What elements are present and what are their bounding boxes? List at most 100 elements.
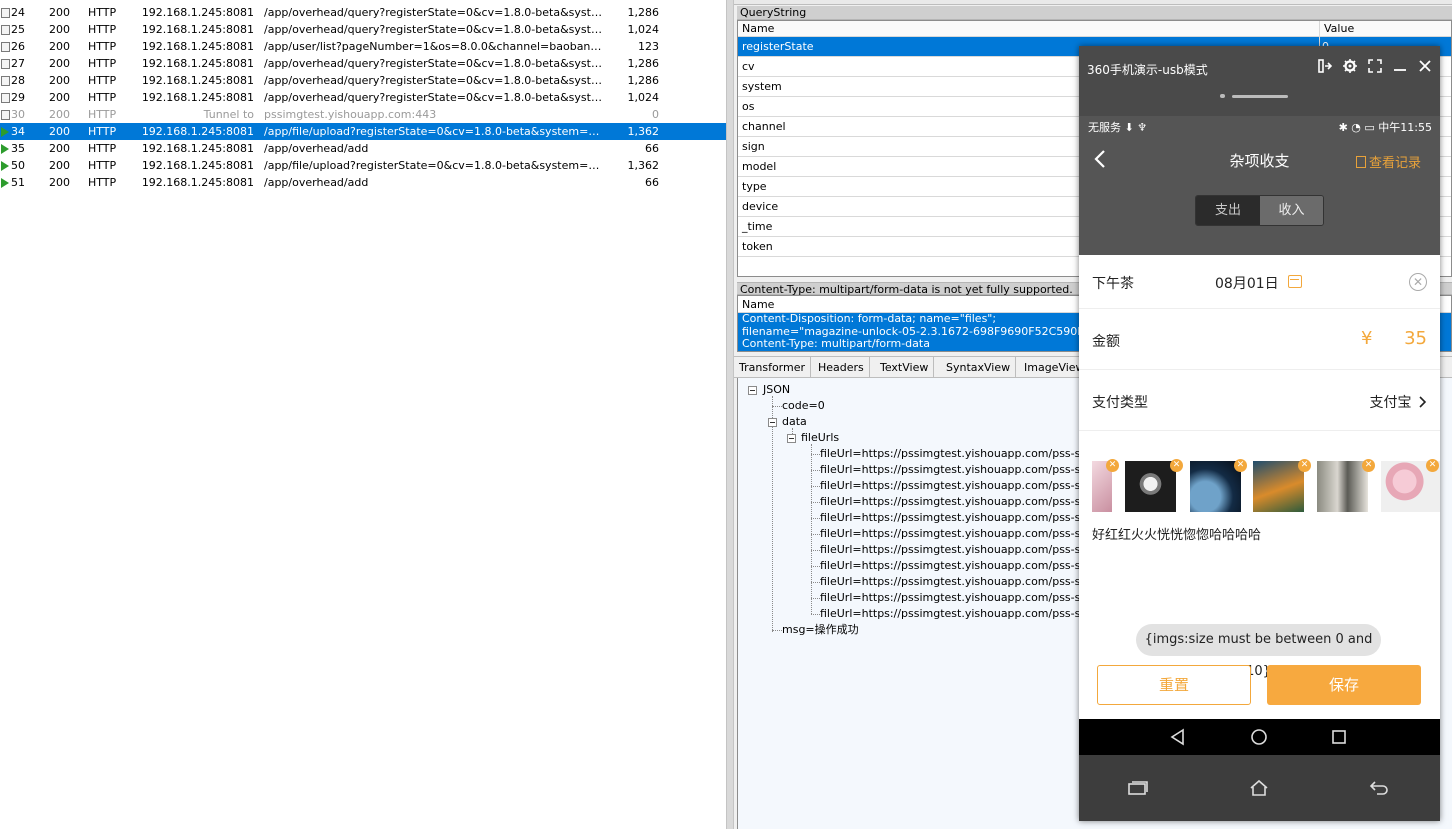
session-id: 25 [11, 23, 25, 36]
tree-node-code[interactable]: code=0 [782, 398, 825, 414]
remove-image-icon[interactable]: ✕ [1426, 459, 1439, 472]
session-row[interactable]: 28 200 HTTP 192.168.1.245:8081/app/overhead… [0, 72, 726, 89]
collapse-json-icon[interactable] [748, 386, 757, 395]
session-row[interactable]: 30 200 HTTP Tunnel to pssimgtest.yishouapp.c… [0, 106, 726, 123]
category-row[interactable]: 下午茶 08月01日 ✕ [1079, 255, 1440, 309]
collapse-data-icon[interactable] [768, 418, 777, 427]
tab-headers[interactable]: Headers [813, 357, 870, 378]
tree-node-fileurl[interactable]: fileUrl=https://pssimgtest.yishouapp.com… [820, 526, 1119, 542]
tree-node-fileurls[interactable]: fileUrls [801, 430, 839, 446]
tree-node-fileurl[interactable]: fileUrl=https://pssimgtest.yishouapp.com… [820, 494, 1119, 510]
session-url: /app/overhead/add [264, 176, 369, 189]
session-row[interactable]: 24 200 HTTP 192.168.1.245:8081/app/overhead… [0, 4, 726, 21]
session-list[interactable]: 24 200 HTTP 192.168.1.245:8081/app/overhead… [0, 0, 726, 829]
sidebar-toggle-icon[interactable] [1317, 58, 1333, 74]
drag-handle[interactable] [1220, 94, 1300, 98]
android-back-icon[interactable] [1169, 728, 1187, 746]
session-row[interactable]: 35 200 HTTP 192.168.1.245:8081/app/overhead… [0, 140, 726, 157]
qs-col-value[interactable]: Value [1320, 21, 1451, 37]
session-row[interactable]: 34 200 HTTP 192.168.1.245:8081/app/file/upl… [0, 123, 726, 140]
clear-icon[interactable]: ✕ [1409, 273, 1427, 291]
collapse-fileurls-icon[interactable] [787, 434, 796, 443]
error-toast: {imgs:size must be between 0 and 10} [1136, 624, 1381, 679]
remove-image-icon[interactable]: ✕ [1362, 459, 1375, 472]
session-row[interactable]: 29 200 HTTP 192.168.1.245:8081/app/overhead… [0, 89, 726, 106]
remove-image-icon[interactable]: ✕ [1298, 459, 1311, 472]
photo-thumbnail[interactable] [1125, 461, 1176, 512]
home-icon[interactable] [1248, 778, 1270, 798]
tree-node-fileurl[interactable]: fileUrl=https://pssimgtest.yishouapp.com… [820, 542, 1119, 558]
tree-node-fileurl[interactable]: fileUrl=https://pssimgtest.yishouapp.com… [820, 574, 1119, 590]
photo-thumbnail[interactable] [1190, 461, 1241, 512]
close-icon[interactable] [1417, 58, 1433, 74]
gear-icon[interactable] [1342, 58, 1358, 74]
date-value[interactable]: 08月01日 [1215, 273, 1279, 293]
tree-node-fileurl[interactable]: fileUrl=https://pssimgtest.yishouapp.com… [820, 590, 1119, 606]
fullscreen-icon[interactable] [1367, 58, 1383, 74]
session-protocol: HTTP [88, 23, 117, 36]
document-icon [0, 72, 10, 89]
tree-node-fileurl[interactable]: fileUrl=https://pssimgtest.yishouapp.com… [820, 606, 1119, 622]
tab-textview[interactable]: TextView [875, 357, 935, 378]
pay-type-value[interactable]: 支付宝 [1370, 392, 1427, 412]
qs-param-name: _time [742, 220, 773, 233]
image-strip[interactable]: ✕ ✕ ✕ ✕ ✕ ✕ [1079, 446, 1440, 520]
remove-image-icon[interactable]: ✕ [1234, 459, 1247, 472]
note-text[interactable]: 好红红火火恍恍惚惚哈哈哈哈 [1092, 524, 1261, 543]
tab-syntaxview[interactable]: SyntaxView [941, 357, 1017, 378]
tab-transformer[interactable]: Transformer [734, 357, 812, 378]
document-icon [0, 21, 10, 38]
tree-node-fileurl[interactable]: fileUrl=https://pssimgtest.yishouapp.com… [820, 462, 1119, 478]
session-row[interactable]: 50 200 HTTP 192.168.1.245:8081/app/file/upl… [0, 157, 726, 174]
segment-expense[interactable]: 支出 [1196, 196, 1260, 225]
multitask-icon[interactable] [1127, 778, 1149, 798]
tree-node-data[interactable]: data [782, 414, 807, 430]
session-url: pssimgtest.yishouapp.com:443 [264, 108, 437, 121]
status-right: ✱ ◔ ▭ 中午11:55 [1338, 121, 1432, 134]
return-icon[interactable] [1368, 778, 1390, 798]
request-tabs[interactable] [734, 0, 1452, 5]
pay-type-row[interactable]: 支付类型 支付宝 [1079, 370, 1440, 431]
tree-node-fileurl[interactable]: fileUrl=https://pssimgtest.yishouapp.com… [820, 478, 1119, 494]
type-segmented-control[interactable]: 支出 收入 [1195, 195, 1324, 226]
minimize-icon[interactable] [1392, 58, 1408, 74]
tree-node-json[interactable]: JSON [763, 382, 790, 398]
photo-thumbnail[interactable] [1253, 461, 1304, 512]
qs-col-name[interactable]: Name [738, 21, 1320, 37]
segment-income[interactable]: 收入 [1260, 196, 1323, 225]
tree-node-fileurl[interactable]: fileUrl=https://pssimgtest.yishouapp.com… [820, 558, 1119, 574]
session-result: 200 [49, 6, 70, 19]
session-id: 50 [11, 159, 25, 172]
session-body-size: 1,024 [627, 23, 660, 36]
photo-thumbnail[interactable] [1317, 461, 1368, 512]
session-row[interactable]: 27 200 HTTP 192.168.1.245:8081/app/overhead… [0, 55, 726, 72]
session-url: /app/overhead/add [264, 142, 369, 155]
tree-node-fileurl[interactable]: fileUrl=https://pssimgtest.yishouapp.com… [820, 446, 1119, 462]
category-label: 下午茶 [1092, 276, 1134, 292]
view-records-link[interactable]: 查看记录 [1355, 152, 1421, 171]
session-host: 192.168.1.245:8081 [141, 6, 254, 19]
calendar-icon[interactable] [1288, 275, 1302, 288]
save-button[interactable]: 保存 [1267, 665, 1421, 705]
splitter[interactable] [726, 0, 734, 829]
session-row[interactable]: 25 200 HTTP 192.168.1.245:8081/app/overhead… [0, 21, 726, 38]
amount-value[interactable]: 35 [1404, 328, 1427, 349]
remove-image-icon[interactable]: ✕ [1170, 459, 1183, 472]
session-row[interactable]: 51 200 HTTP 192.168.1.245:8081/app/overhead… [0, 174, 726, 191]
amount-row[interactable]: 金额 ¥ 35 [1079, 309, 1440, 370]
qs-param-name: model [742, 160, 777, 173]
android-recents-icon[interactable] [1330, 728, 1348, 746]
reset-button[interactable]: 重置 [1097, 665, 1251, 705]
android-nav-bar [1079, 719, 1440, 755]
session-body-size: 1,024 [627, 91, 660, 104]
session-row[interactable]: 26 200 HTTP 192.168.1.245:8081/app/user/lis… [0, 38, 726, 55]
phone-titlebar[interactable]: 360手机演示-usb模式 [1079, 46, 1440, 88]
remove-image-icon[interactable]: ✕ [1106, 459, 1119, 472]
session-result: 200 [49, 125, 70, 138]
tree-node-fileurl[interactable]: fileUrl=https://pssimgtest.yishouapp.com… [820, 510, 1119, 526]
phone-emulator-window[interactable]: 360手机演示-usb模式 无服务 ⬇ ♆ ✱ ◔ ▭ 中午11:55 杂项收支… [1079, 46, 1440, 821]
tree-node-msg[interactable]: msg=操作成功 [782, 622, 859, 638]
querystring-header: QueryString [737, 6, 1452, 20]
android-home-icon[interactable] [1250, 728, 1268, 746]
status-left: 无服务 ⬇ ♆ [1088, 121, 1148, 134]
